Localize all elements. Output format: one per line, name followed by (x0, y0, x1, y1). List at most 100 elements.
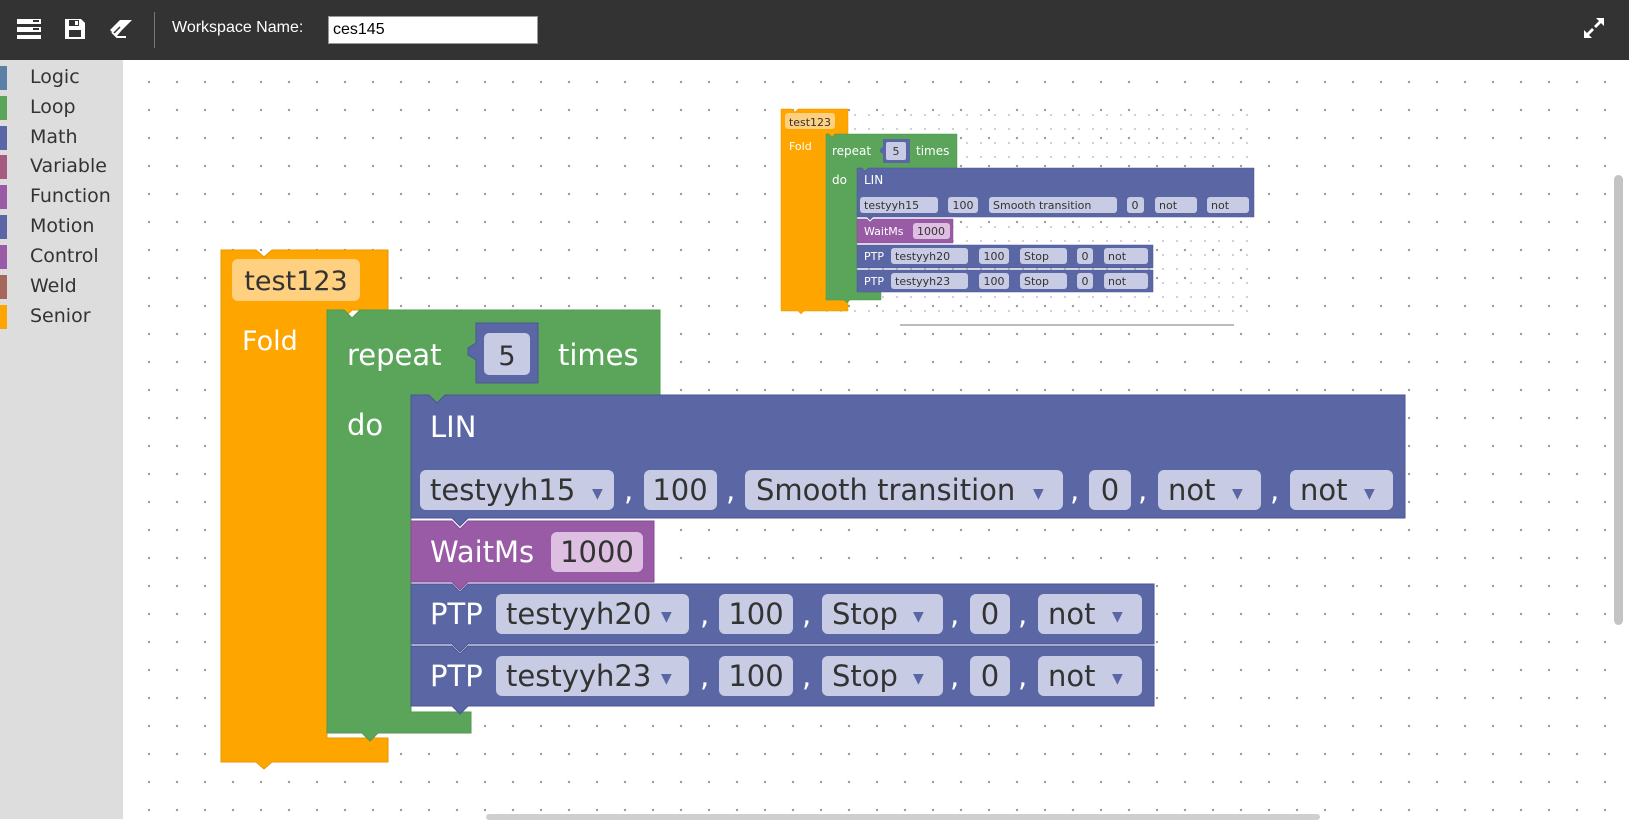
ptp-mode-text: Stop (832, 659, 898, 693)
waitms-block[interactable]: WaitMs 1000 (410, 520, 655, 591)
preview-repeat-count-text: 5 (893, 145, 900, 158)
chevron-down-icon: ▼ (592, 486, 603, 502)
preview-waitms-text: 1000 (917, 225, 945, 238)
save-icon[interactable] (60, 14, 90, 44)
workspace-name-label: Workspace Name: (172, 19, 304, 36)
preview-do-label: do (832, 173, 847, 187)
eraser-icon[interactable] (106, 14, 136, 44)
preview-ptp-label: PTP (864, 275, 884, 288)
category-color-bar (0, 185, 7, 209)
category-function[interactable]: Function (0, 182, 123, 212)
category-senior[interactable]: Senior (0, 302, 123, 332)
category-label: Control (30, 245, 99, 267)
lin-point-text: testyyh15 (430, 473, 575, 507)
fullscreen-icon[interactable] (1582, 16, 1612, 46)
category-color-bar (0, 155, 7, 179)
preview-fold-name-text: test123 (789, 116, 831, 129)
repeat-count-text: 5 (498, 341, 515, 372)
preview-ptp-opt-text: not (1108, 275, 1127, 288)
preview-ptp-block-2[interactable]: PTP testyyh23 100 Stop 0 not (856, 269, 1154, 293)
comma: , (1018, 659, 1027, 693)
category-label: Function (30, 185, 111, 207)
chevron-down-icon: ▼ (661, 609, 672, 625)
category-math[interactable]: Math (0, 123, 123, 153)
preview-waitms-block[interactable]: WaitMs 1000 (856, 218, 954, 244)
ptp-opt-text: not (1048, 597, 1096, 631)
preview-ptp-value-text: 0 (1082, 250, 1089, 263)
chevron-down-icon: ▼ (913, 671, 924, 687)
category-color-bar (0, 66, 7, 90)
category-color-bar (0, 305, 7, 329)
category-label: Motion (30, 215, 95, 237)
lin-value-text: 0 (1101, 473, 1119, 507)
waitms-label: WaitMs (430, 535, 534, 569)
vertical-scrollbar[interactable] (1614, 175, 1623, 625)
category-color-bar (0, 215, 7, 239)
ptp-opt-text: not (1048, 659, 1096, 693)
chevron-down-icon: ▼ (1232, 486, 1243, 502)
workspace-name-input[interactable] (328, 16, 538, 44)
ptp-label: PTP (430, 597, 483, 631)
preview-lin-point-text: testyyh15 (864, 199, 919, 212)
comma: , (1018, 597, 1027, 631)
chevron-down-icon: ▼ (913, 609, 924, 625)
comma: , (950, 659, 959, 693)
ptp-block-2[interactable]: PTP testyyh23 ▼ , 100 , Stop ▼ , 0 , not… (410, 645, 1155, 715)
preview-lin-block[interactable]: LIN testyyh15 100 Smooth transition 0 no… (856, 167, 1255, 221)
ptp-point-text: testyyh23 (506, 659, 651, 693)
preview-ptp-value-text: 0 (1082, 275, 1089, 288)
preview-repeat-label: repeat (832, 144, 871, 158)
category-label: Senior (30, 305, 91, 327)
chevron-down-icon: ▼ (1112, 671, 1123, 687)
category-control[interactable]: Control (0, 242, 123, 272)
category-variable[interactable]: Variable (0, 152, 123, 182)
category-color-bar (0, 126, 7, 150)
category-color-bar (0, 96, 7, 120)
category-motion[interactable]: Motion (0, 212, 123, 242)
preview-ptp-speed-text: 100 (984, 275, 1005, 288)
category-loop[interactable]: Loop (0, 93, 123, 123)
ptp-value-text: 0 (981, 597, 999, 631)
comma: , (726, 473, 735, 507)
category-label: Variable (30, 155, 107, 177)
preview-ptp-label: PTP (864, 250, 884, 263)
ptp-mode-text: Stop (832, 597, 898, 631)
comma: , (802, 597, 811, 631)
preview-scrollbar[interactable] (900, 324, 1234, 326)
category-label: Loop (30, 96, 76, 118)
category-label: Logic (30, 66, 80, 88)
preview-ptp-speed-text: 100 (984, 250, 1005, 263)
chevron-down-icon: ▼ (1364, 486, 1375, 502)
comma: , (1270, 473, 1279, 507)
fold-name-text: test123 (244, 266, 347, 297)
chevron-down-icon: ▼ (661, 671, 672, 687)
preview-ptp-mode-text: Stop (1024, 250, 1049, 263)
preview-waitms-label: WaitMs (864, 225, 904, 238)
top-toolbar: Workspace Name: (0, 0, 1629, 60)
toolbar-divider (154, 12, 155, 48)
preview-fold-label: Fold (789, 140, 812, 153)
comma: , (1138, 473, 1147, 507)
category-toolbox: Logic Loop Math Variable Function Motion… (0, 60, 123, 819)
lin-block[interactable]: LIN testyyh15 ▼ , 100 , Smooth transitio… (410, 394, 1406, 527)
lin-transition-text: Smooth transition (756, 473, 1015, 507)
preview-ptp-mode-text: Stop (1024, 275, 1049, 288)
preview-ptp-point-text: testyyh23 (895, 275, 950, 288)
comma: , (1070, 473, 1079, 507)
category-label: Weld (30, 275, 77, 297)
chevron-down-icon: ▼ (1112, 609, 1123, 625)
preview-lin-label: LIN (864, 173, 883, 187)
lin-opt2-text: not (1300, 473, 1348, 507)
category-logic[interactable]: Logic (0, 63, 123, 93)
times-label: times (558, 338, 639, 372)
preview-ptp-opt-text: not (1108, 250, 1127, 263)
comma: , (624, 473, 633, 507)
preview-ptp-block-1[interactable]: PTP testyyh20 100 Stop 0 not (856, 244, 1154, 269)
comma: , (700, 597, 709, 631)
menu-list-icon[interactable] (14, 14, 44, 44)
horizontal-scrollbar[interactable] (486, 814, 1320, 820)
category-weld[interactable]: Weld (0, 272, 123, 302)
ptp-block-1[interactable]: PTP testyyh20 ▼ , 100 , Stop ▼ , 0 , not… (410, 583, 1155, 653)
preview-lin-opt1-text: not (1159, 199, 1178, 212)
waitms-value-text: 1000 (560, 535, 634, 569)
